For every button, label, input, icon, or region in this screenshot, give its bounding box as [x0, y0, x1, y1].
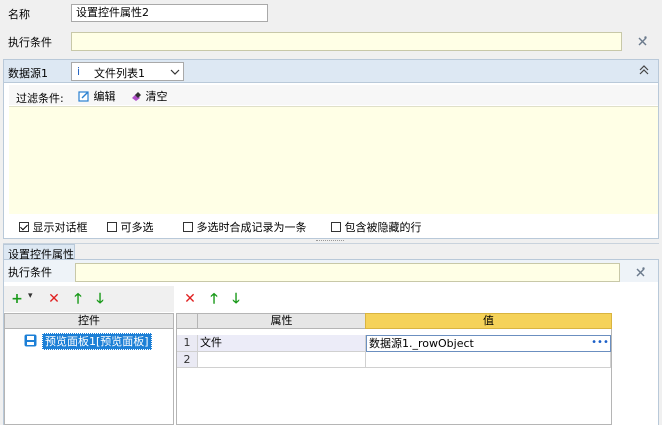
add-button[interactable]: +: [10, 291, 24, 307]
controls-grid: [4, 313, 174, 425]
delete-x-icon: ✕: [48, 291, 60, 307]
option-multi-select[interactable]: 可多选: [107, 219, 154, 235]
value-text: 数据源1._rowObject: [369, 337, 474, 350]
dropdown-arrow-icon: ▾: [28, 291, 33, 301]
tab-strip-line: [3, 243, 659, 244]
clear-condition-button[interactable]: [632, 31, 652, 51]
plus-icon: +: [11, 291, 23, 307]
ellipsis-icon: •••: [591, 337, 609, 348]
tab-condition-input[interactable]: [75, 263, 620, 282]
tab-condition-label: 执行条件: [8, 266, 52, 279]
move-up-button[interactable]: 🡑: [71, 291, 85, 307]
delete-button[interactable]: ✕: [47, 291, 61, 307]
delete-x-icon: ✕: [184, 291, 196, 307]
clear-icon: [636, 267, 645, 277]
controls-grid-header: 控件: [4, 313, 174, 329]
option-label: 包含被隐藏的行: [344, 221, 422, 234]
filter-area[interactable]: [9, 106, 658, 214]
filter-clear-label: 清空: [145, 90, 168, 103]
property-column-header[interactable]: 属性: [197, 313, 366, 329]
filter-clear-button[interactable]: 清空: [130, 88, 168, 104]
value-cell[interactable]: 数据源1._rowObject: [366, 335, 611, 352]
collapse-datasource-button[interactable]: [638, 64, 652, 78]
panel-control-icon: [24, 334, 38, 348]
arrow-down-icon: 🡓: [232, 291, 240, 307]
right-delete-button[interactable]: ✕: [183, 291, 197, 307]
value-cell[interactable]: [366, 352, 611, 368]
option-label: 显示对话框: [32, 221, 88, 234]
value-more-button[interactable]: •••: [590, 336, 610, 350]
double-chevron-up-icon: [639, 65, 649, 75]
move-down-button[interactable]: 🡓: [93, 291, 107, 307]
datasource-label: 数据源1: [8, 67, 48, 80]
clear-tab-condition-button[interactable]: [630, 262, 650, 282]
arrow-up-icon: 🡑: [74, 291, 82, 307]
property-cell[interactable]: [198, 352, 366, 368]
condition-label: 执行条件: [8, 36, 52, 49]
right-move-up-button[interactable]: 🡑: [207, 291, 221, 307]
filter-edit-label: 编辑: [93, 90, 116, 103]
datasource-combo[interactable]: i 文件列表1: [71, 62, 184, 81]
row-number: 1: [177, 335, 198, 352]
datasource-combo-value: 文件列表1: [94, 67, 145, 80]
add-dropdown-button[interactable]: ▾: [28, 291, 38, 301]
checkbox-checked[interactable]: [19, 222, 29, 232]
right-move-down-button[interactable]: 🡓: [229, 291, 243, 307]
datasource-combo-prefix: i: [77, 65, 81, 78]
option-label: 可多选: [120, 221, 154, 234]
condition-input[interactable]: [71, 32, 622, 51]
properties-grid: [176, 313, 612, 425]
tab-set-control-property[interactable]: 设置控件属性: [3, 244, 75, 261]
option-include-hidden[interactable]: 包含被隐藏的行: [331, 219, 422, 235]
checkbox[interactable]: [331, 222, 341, 232]
arrow-down-icon: 🡓: [96, 291, 104, 307]
checkbox[interactable]: [107, 222, 117, 232]
edit-icon: [78, 91, 89, 102]
control-item-preview-panel[interactable]: 预览面板1[预览面板]: [42, 333, 152, 350]
eraser-icon: [132, 92, 141, 101]
clear-icon: [638, 36, 647, 46]
arrow-up-icon: 🡑: [210, 291, 218, 307]
option-label: 多选时合成记录为一条: [196, 221, 307, 234]
name-input[interactable]: 设置控件属性2: [71, 4, 268, 22]
value-column-header[interactable]: 值: [365, 313, 612, 329]
filter-label: 过滤条件:: [16, 92, 64, 105]
filter-edit-button[interactable]: 编辑: [78, 88, 116, 104]
row-number-header: [176, 313, 198, 329]
row-number: 2: [177, 352, 198, 368]
checkbox[interactable]: [183, 222, 193, 232]
name-label: 名称: [8, 8, 30, 21]
chevron-down-icon: [170, 69, 180, 75]
option-show-dialog[interactable]: 显示对话框: [19, 219, 88, 235]
property-cell[interactable]: 文件: [198, 335, 366, 352]
option-merge-records[interactable]: 多选时合成记录为一条: [183, 219, 307, 235]
